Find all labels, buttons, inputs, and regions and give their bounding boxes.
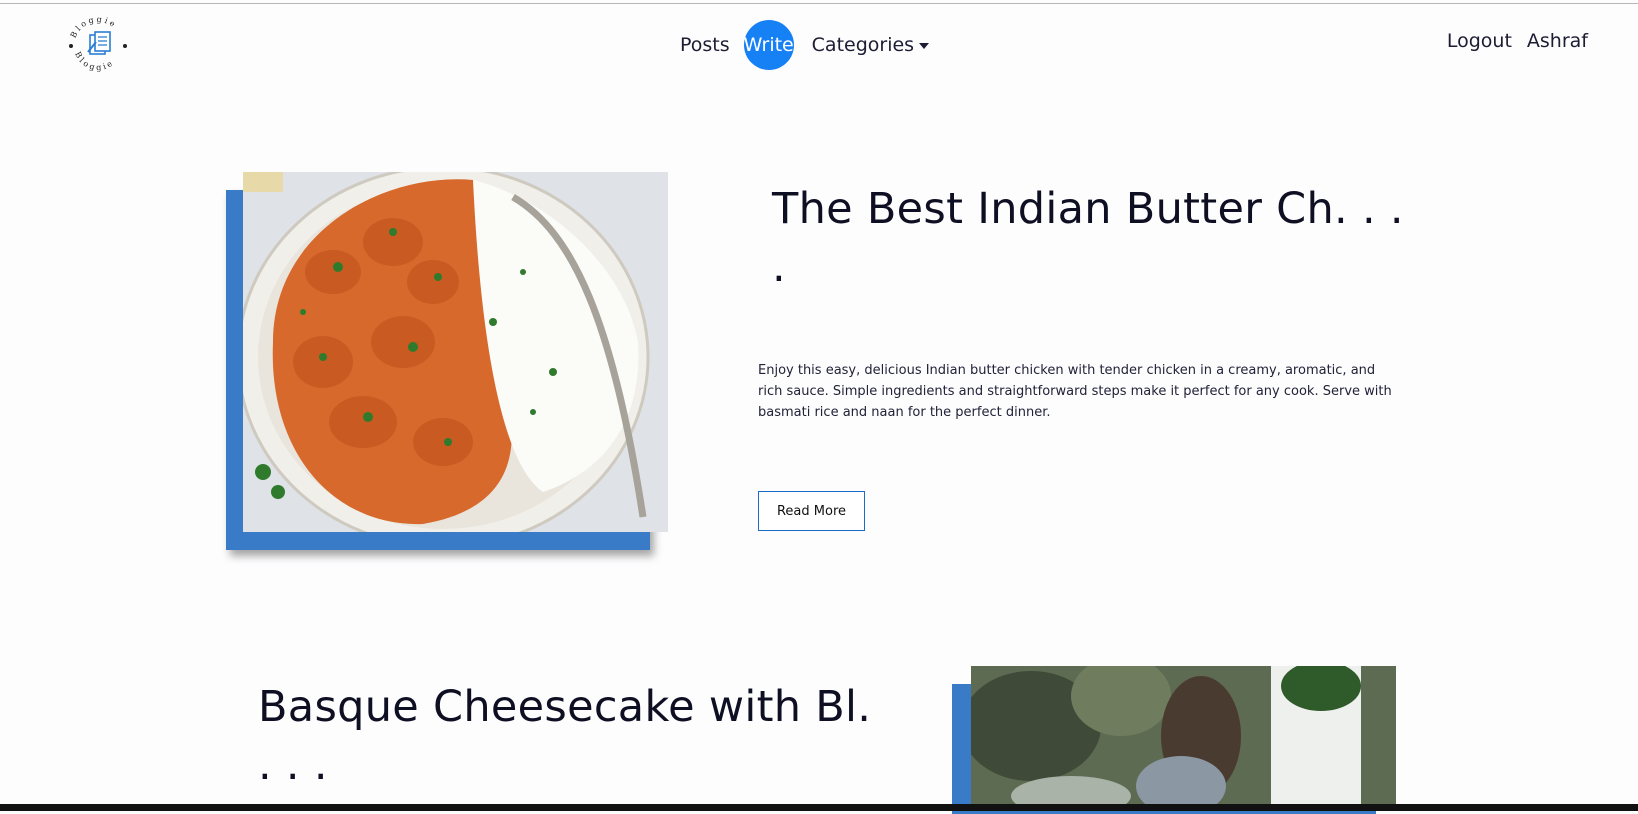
cheesecake-photo-icon [971, 666, 1396, 806]
caret-down-icon [919, 43, 930, 49]
nav-write-button[interactable]: Write [744, 20, 794, 70]
nav-categories-label: Categories [811, 34, 915, 56]
post-title-text: Basque Cheesecake with Bl. [258, 682, 872, 732]
main-nav: Posts Write Categories [680, 20, 930, 70]
user-profile-link[interactable]: Ashraf [1527, 30, 1588, 52]
post-title-text: The Best Indian Butter Ch. . . [772, 184, 1404, 234]
bloggie-logo[interactable]: Bloggie Bloggie [62, 10, 134, 82]
post-title-ellipsis: . . . [258, 740, 328, 790]
logout-link[interactable]: Logout [1447, 30, 1512, 52]
post-image[interactable] [971, 666, 1396, 806]
logo-icon: Bloggie Bloggie [69, 15, 127, 72]
top-border [0, 3, 1638, 4]
post-image[interactable] [243, 172, 668, 532]
nav-posts-link[interactable]: Posts [680, 34, 730, 56]
user-nav: Logout Ashraf [1447, 30, 1588, 52]
post-title[interactable]: The Best Indian Butter Ch. . . . [772, 180, 1412, 296]
read-more-button[interactable]: Read More [758, 491, 865, 531]
nav-categories-dropdown[interactable]: Categories [811, 34, 930, 56]
post-title-ellipsis: . [772, 242, 786, 292]
butter-chicken-photo-icon [243, 172, 668, 532]
post-title[interactable]: Basque Cheesecake with Bl. . . . [258, 678, 898, 794]
post-excerpt: Enjoy this easy, delicious Indian butter… [758, 363, 1392, 420]
bottom-border [0, 804, 1638, 811]
